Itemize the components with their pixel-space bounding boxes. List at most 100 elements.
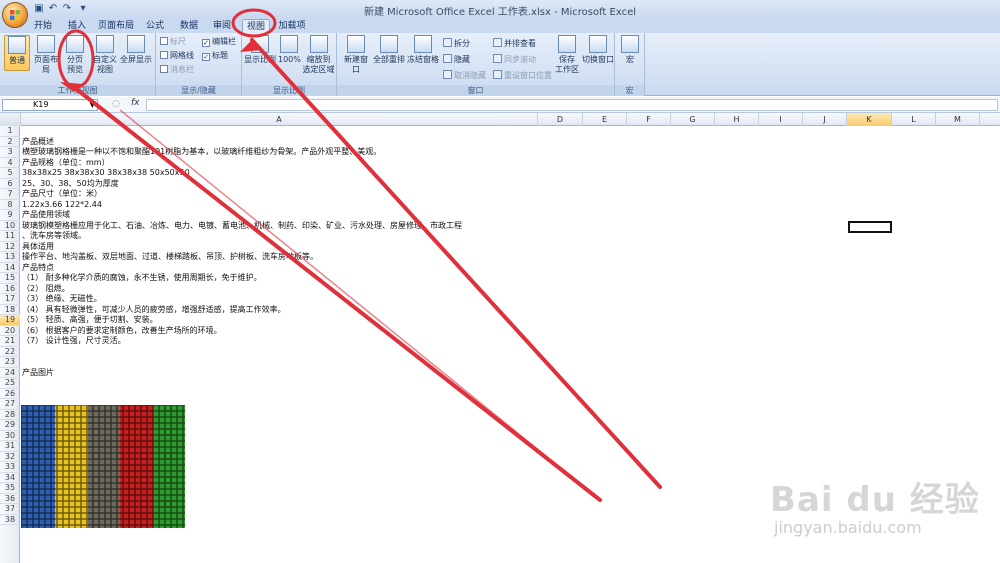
row-header-28[interactable]: 28 xyxy=(0,410,20,420)
split-button[interactable]: 拆分 xyxy=(443,38,470,49)
cell-a-10a[interactable]: 玻璃钢模塑格栅应用于化工、石油、冶炼、电力、电镀、蓄电池、机械、制药、印染、矿业… xyxy=(22,221,462,232)
cell-a-8[interactable]: 1.22x3.66 122*2.44 xyxy=(22,200,102,211)
macros-button[interactable]: 宏 xyxy=(618,35,642,71)
column-header-j[interactable]: J xyxy=(803,113,847,126)
row-header-15[interactable]: 15 xyxy=(0,273,20,284)
cell-a-2[interactable]: 产品概述 xyxy=(22,137,54,148)
active-cell-k19[interactable] xyxy=(848,221,892,233)
row-header-3[interactable]: 3 xyxy=(0,147,20,158)
formula-input[interactable] xyxy=(146,99,998,111)
freeze-panes-button[interactable]: 冻结窗格 xyxy=(407,35,439,71)
column-header-m[interactable]: M xyxy=(936,113,980,126)
column-header-h[interactable]: H xyxy=(715,113,759,126)
row-header-18[interactable]: 18 xyxy=(0,305,20,315)
row-header-37[interactable]: 37 xyxy=(0,504,20,515)
cell-a-17[interactable]: （4） 具有轻微弹性，可减少人员的疲劳感，增强舒适感，提高工作效率。 xyxy=(22,305,286,316)
name-box[interactable]: K19 ▼ xyxy=(2,99,98,111)
tab-insert[interactable]: 插入 xyxy=(64,19,90,33)
row-header-33[interactable]: 33 xyxy=(0,462,20,473)
row-header-8[interactable]: 8 xyxy=(0,200,20,210)
full-screen-button[interactable]: 全屏显示 xyxy=(119,35,153,71)
cell-a-24[interactable]: 产品图片 xyxy=(22,368,54,379)
tab-review[interactable]: 审阅 xyxy=(209,19,235,33)
cell-a-15[interactable]: （2） 阻燃。 xyxy=(22,284,70,295)
tab-data[interactable]: 数据 xyxy=(176,19,202,33)
row-header-14[interactable]: 14 xyxy=(0,263,20,273)
row-header-23[interactable]: 23 xyxy=(0,357,20,368)
row-header-6[interactable]: 6 xyxy=(0,179,20,189)
formula-options-icon[interactable]: ◌ xyxy=(112,99,120,109)
column-header-k[interactable]: K xyxy=(847,113,892,126)
gridlines-checkbox[interactable]: 网格线 xyxy=(160,51,194,61)
side-by-side-button[interactable]: 并排查看 xyxy=(493,38,536,49)
page-layout-view-button[interactable]: 页面布局 xyxy=(31,35,61,74)
row-header-21[interactable]: 21 xyxy=(0,336,20,347)
row-header-38[interactable]: 38 xyxy=(0,515,20,525)
row-header-31[interactable]: 31 xyxy=(0,441,20,452)
column-header-d[interactable]: D xyxy=(538,113,583,126)
normal-view-button[interactable]: 普通 xyxy=(4,35,30,71)
cell-a-20[interactable]: （7） 设计性强，尺寸灵活。 xyxy=(22,336,126,347)
row-header-25[interactable]: 25 xyxy=(0,378,20,389)
row-header-26[interactable]: 26 xyxy=(0,389,20,399)
row-header-13[interactable]: 13 xyxy=(0,252,20,263)
name-box-dropdown-icon[interactable]: ▼ xyxy=(90,100,95,110)
column-header-l[interactable]: L xyxy=(892,113,936,126)
row-header-16[interactable]: 16 xyxy=(0,284,20,294)
tab-page-layout[interactable]: 页面布局 xyxy=(98,19,134,33)
custom-views-button[interactable]: 自定义 视图 xyxy=(92,35,118,81)
cell-a-9[interactable]: 产品使用领域 xyxy=(22,210,70,221)
row-header-9[interactable]: 9 xyxy=(0,210,20,221)
cell-a-18[interactable]: （5） 轻质、高强，便于切割、安装。 xyxy=(22,315,158,326)
row-header-34[interactable]: 34 xyxy=(0,473,20,483)
row-header-24[interactable]: 24 xyxy=(0,368,20,378)
hide-button[interactable]: 隐藏 xyxy=(443,54,470,65)
row-header-20[interactable]: 20 xyxy=(0,326,20,336)
cell-a-16[interactable]: （3） 绝缘、无磁性。 xyxy=(22,294,102,305)
row-header-1[interactable]: 1 xyxy=(0,126,20,137)
row-header-27[interactable]: 27 xyxy=(0,399,20,410)
row-header-2[interactable]: 2 xyxy=(0,137,20,147)
row-header-11[interactable]: 11 xyxy=(0,231,20,242)
row-header-30[interactable]: 30 xyxy=(0,431,20,441)
zoom-button[interactable]: 显示比例 xyxy=(244,35,276,71)
row-header-19[interactable]: 19 xyxy=(0,315,20,326)
column-header-g[interactable]: G xyxy=(671,113,715,126)
row-header-36[interactable]: 36 xyxy=(0,494,20,504)
message-bar-checkbox[interactable]: 消息栏 xyxy=(160,65,194,75)
tab-home[interactable]: 开始 xyxy=(30,19,56,33)
cell-a-19[interactable]: （6） 根据客户的要求定制颜色，改善生产场所的环境。 xyxy=(22,326,222,337)
row-header-29[interactable]: 29 xyxy=(0,420,20,431)
cell-a-13[interactable]: 产品特点 xyxy=(22,263,54,274)
cell-a-4[interactable]: 产品规格（单位：mm） xyxy=(22,158,110,169)
new-window-button[interactable]: 新建窗口 xyxy=(341,35,371,74)
ruler-checkbox[interactable]: 标尺 xyxy=(160,37,186,47)
tab-formulas[interactable]: 公式 xyxy=(142,19,168,33)
select-all-corner[interactable] xyxy=(0,113,21,126)
cell-a-12[interactable]: 操作平台、地沟盖板、双层地面、过道、楼梯踏板、吊顶、护树板、洗车房地板等。 xyxy=(22,252,318,263)
row-header-10[interactable]: 10 xyxy=(0,221,20,231)
cell-a-7[interactable]: 产品尺寸（单位：米） xyxy=(22,189,102,200)
reset-position-button[interactable]: 重设窗口位置 xyxy=(493,70,552,81)
cell-a-14[interactable]: （1） 耐多种化学介质的腐蚀，永不生锈，使用周期长，免于维护。 xyxy=(22,273,262,284)
cell-a-11[interactable]: 具体适用 xyxy=(22,242,54,253)
cell-a-6[interactable]: 25、30、38、50均为厚度 xyxy=(22,179,119,190)
save-workspace-button[interactable]: 保存 工作区 xyxy=(553,35,581,81)
tab-view[interactable]: 视图 xyxy=(242,19,270,33)
row-header-17[interactable]: 17 xyxy=(0,294,20,305)
column-header-i[interactable]: I xyxy=(759,113,803,126)
page-break-preview-button[interactable]: 分页 预览 xyxy=(63,35,87,81)
column-header-f[interactable]: F xyxy=(627,113,671,126)
row-header-5[interactable]: 5 xyxy=(0,168,20,179)
arrange-all-button[interactable]: 全部重排 xyxy=(373,35,405,71)
insert-function-icon[interactable]: fx xyxy=(131,98,140,108)
column-header-a[interactable]: A xyxy=(21,113,538,126)
column-header-e[interactable]: E xyxy=(583,113,627,126)
office-button[interactable] xyxy=(2,2,28,28)
row-header-7[interactable]: 7 xyxy=(0,189,20,200)
tab-addins[interactable]: 加载项 xyxy=(276,19,308,33)
sync-scroll-button[interactable]: 同步滚动 xyxy=(493,54,536,65)
cell-a-10b[interactable]: 、洗车房等领域。 xyxy=(22,231,86,242)
cell-a-5[interactable]: 38x38x25 38x38x30 38x38x38 50x50x50 xyxy=(22,168,190,179)
zoom-100-button[interactable]: 100% xyxy=(278,35,301,71)
